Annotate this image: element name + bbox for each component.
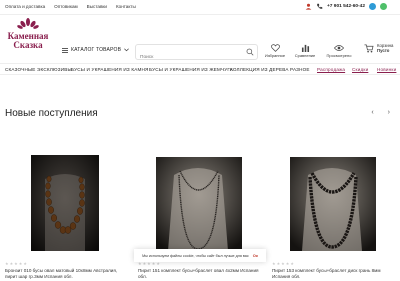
catnav-item-wood-collection[interactable]: КОЛЛЕКЦИЯ ИЗ ДЕРЕВА — [230, 67, 289, 72]
favorites-button[interactable]: Избранное — [262, 44, 288, 58]
heart-icon — [270, 44, 280, 52]
topnav-link-contacts[interactable]: Контакты — [116, 4, 136, 9]
cookie-accept-button[interactable]: Ок — [253, 253, 258, 258]
favorites-label: Избранное — [264, 53, 286, 58]
product-title[interactable]: Пирит 153 комплект бусы+браслет диск гра… — [272, 268, 397, 280]
catnav-item-new[interactable]: Новинки — [377, 67, 396, 72]
catnav-item-discounts[interactable]: Скидки — [352, 67, 368, 72]
top-bar: Оплата и доставка Оптовикам Выставки Кон… — [0, 0, 400, 15]
compare-icon — [301, 44, 309, 52]
header: Каменная Сказка КАТАЛОГ ТОВАРОВ Избранно… — [0, 16, 400, 65]
compare-label: Сравнение — [294, 53, 316, 58]
catnav-item-pearl-jewelry[interactable]: БУСЫ И УКРАШЕНИЯ ИЗ ЖЕМЧУГА — [149, 67, 233, 72]
carousel-next-button[interactable]: › — [388, 109, 390, 116]
catnav-item-fairy-exclusives[interactable]: СКАЗОЧНЫЕ ЭКСКЛЮЗИВЫ — [5, 67, 72, 72]
logo[interactable]: Каменная Сказка — [4, 17, 52, 53]
menu-icon — [62, 47, 68, 53]
compare-button[interactable]: Сравнение — [292, 44, 318, 58]
top-contacts: +7 901 542-60-42 — [305, 3, 387, 10]
carousel-prev-button[interactable]: ‹ — [371, 109, 373, 116]
catalog-label: КАТАЛОГ ТОВАРОВ — [71, 47, 122, 53]
product-title[interactable]: Пирит 151 комплект бусы+браслет овал 4х2… — [138, 268, 263, 280]
cart-value: Пусто — [377, 48, 390, 53]
search-icon[interactable] — [246, 48, 254, 56]
logo-text-line2: Сказка — [13, 40, 43, 50]
topnav-link-delivery[interactable]: Оплата и доставка — [5, 4, 45, 9]
top-nav: Оплата и доставка Оптовикам Выставки Кон… — [5, 4, 136, 9]
cart-button[interactable]: Корзина Пусто — [364, 43, 393, 53]
phone-number[interactable]: +7 901 542-60-42 — [327, 4, 365, 9]
whatsapp-icon[interactable] — [380, 3, 387, 10]
catnav-item-stone-jewelry[interactable]: БУСЫ И УКРАШЕНИЯ ИЗ КАМНЯ — [71, 67, 149, 72]
product-image[interactable] — [272, 131, 392, 251]
rating-stars: ★★★★★ — [272, 261, 295, 266]
search-box — [135, 44, 258, 65]
product-image[interactable] — [5, 131, 125, 251]
telegram-icon[interactable] — [369, 3, 376, 10]
topnav-link-exhibitions[interactable]: Выставки — [87, 4, 107, 9]
topnav-link-wholesale[interactable]: Оптовикам — [54, 4, 78, 9]
catnav-item-sale[interactable]: Распродажа — [317, 67, 345, 72]
eye-icon — [334, 45, 344, 51]
cart-icon — [364, 44, 374, 52]
section-title: Новые поступления — [5, 108, 98, 119]
cart-summary: Корзина Пусто — [377, 43, 393, 53]
catnav-item-misc[interactable]: РАЗНОЕ — [290, 67, 310, 72]
user-icon[interactable] — [305, 3, 312, 10]
chevron-down-icon — [124, 48, 129, 52]
rating-stars: ★★★★★ — [5, 261, 28, 266]
cookie-banner: Мы используем файлы cookie, чтобы сайт б… — [134, 249, 266, 262]
category-nav: СКАЗОЧНЫЕ ЭКСКЛЮЗИВЫ БУСЫ И УКРАШЕНИЯ ИЗ… — [0, 63, 400, 75]
viewed-button[interactable]: Просмотрено — [326, 44, 352, 58]
catalog-button[interactable]: КАТАЛОГ ТОВАРОВ — [62, 47, 129, 53]
cookie-text: Мы используем файлы cookie, чтобы сайт б… — [142, 253, 249, 258]
product-title[interactable]: Бронзит 010 бусы овал матовый 10х8мм Авс… — [5, 268, 130, 280]
carousel-arrows: ‹ › — [371, 109, 390, 116]
phone-icon — [317, 3, 323, 9]
logo-flower-icon — [17, 18, 39, 29]
product-image[interactable] — [138, 131, 258, 251]
viewed-label: Просмотрено — [326, 53, 352, 58]
